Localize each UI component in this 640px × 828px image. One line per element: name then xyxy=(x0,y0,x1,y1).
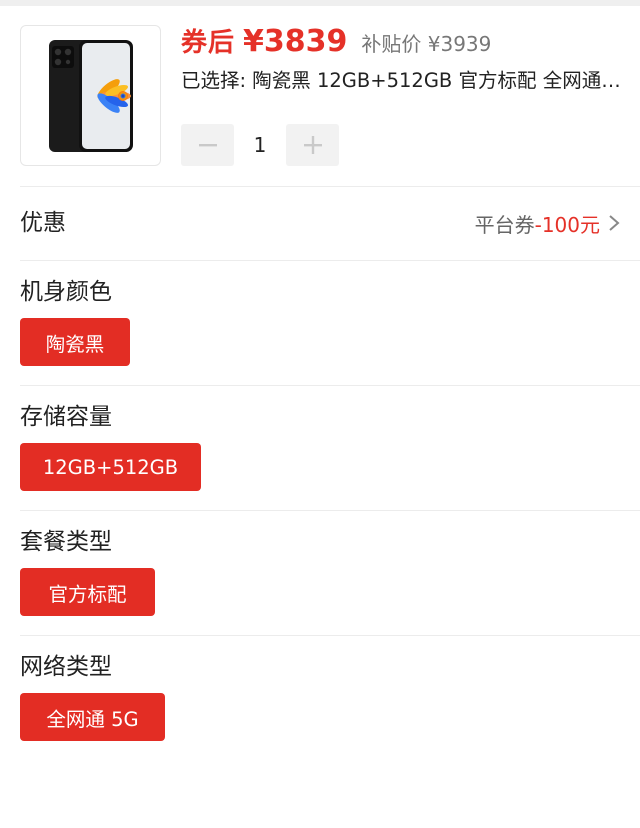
divider xyxy=(20,186,640,187)
quantity-increase-button[interactable] xyxy=(286,124,339,166)
option-chip-storage[interactable]: 12GB+512GB xyxy=(20,443,201,491)
quantity-value[interactable]: 1 xyxy=(234,124,286,166)
subsidy-price: 补贴价 ¥3939 xyxy=(361,28,491,57)
divider xyxy=(20,260,640,261)
phone-product-image xyxy=(49,40,133,152)
plus-icon xyxy=(303,136,322,154)
option-chip-network[interactable]: 全网通 5G xyxy=(20,693,165,741)
coupon-label: 优惠 xyxy=(20,210,66,236)
divider xyxy=(20,385,640,386)
option-title-package: 套餐类型 xyxy=(20,529,112,555)
divider xyxy=(20,635,640,636)
coupon-selector[interactable]: 平台券 -100元 xyxy=(475,206,620,240)
subsidy-label: 补贴价 xyxy=(361,32,422,56)
top-bar xyxy=(0,0,640,6)
coupon-price-value: ¥3839 xyxy=(243,24,348,59)
chevron-right-icon xyxy=(608,214,620,232)
option-chip-color[interactable]: 陶瓷黑 xyxy=(20,318,130,366)
coupon-price-prefix: 券后 xyxy=(181,28,236,58)
coupon-type: 平台券 xyxy=(474,212,535,237)
option-chip-package[interactable]: 官方标配 xyxy=(20,568,155,616)
minus-icon xyxy=(198,144,217,147)
divider xyxy=(20,510,640,511)
quantity-decrease-button[interactable] xyxy=(181,124,234,166)
product-thumbnail[interactable] xyxy=(20,25,161,166)
option-title-network: 网络类型 xyxy=(20,654,112,680)
coupon-amount: -100元 xyxy=(534,212,600,237)
option-title-color: 机身颜色 xyxy=(20,279,112,305)
subsidy-value: ¥3939 xyxy=(427,32,492,56)
option-title-storage: 存储容量 xyxy=(20,404,112,430)
selected-spec-summary: 已选择: 陶瓷黑 12GB+512GB 官方标配 全网通 5G xyxy=(181,69,621,92)
price-row: 券后 ¥3839 补贴价 ¥3939 xyxy=(181,22,491,59)
